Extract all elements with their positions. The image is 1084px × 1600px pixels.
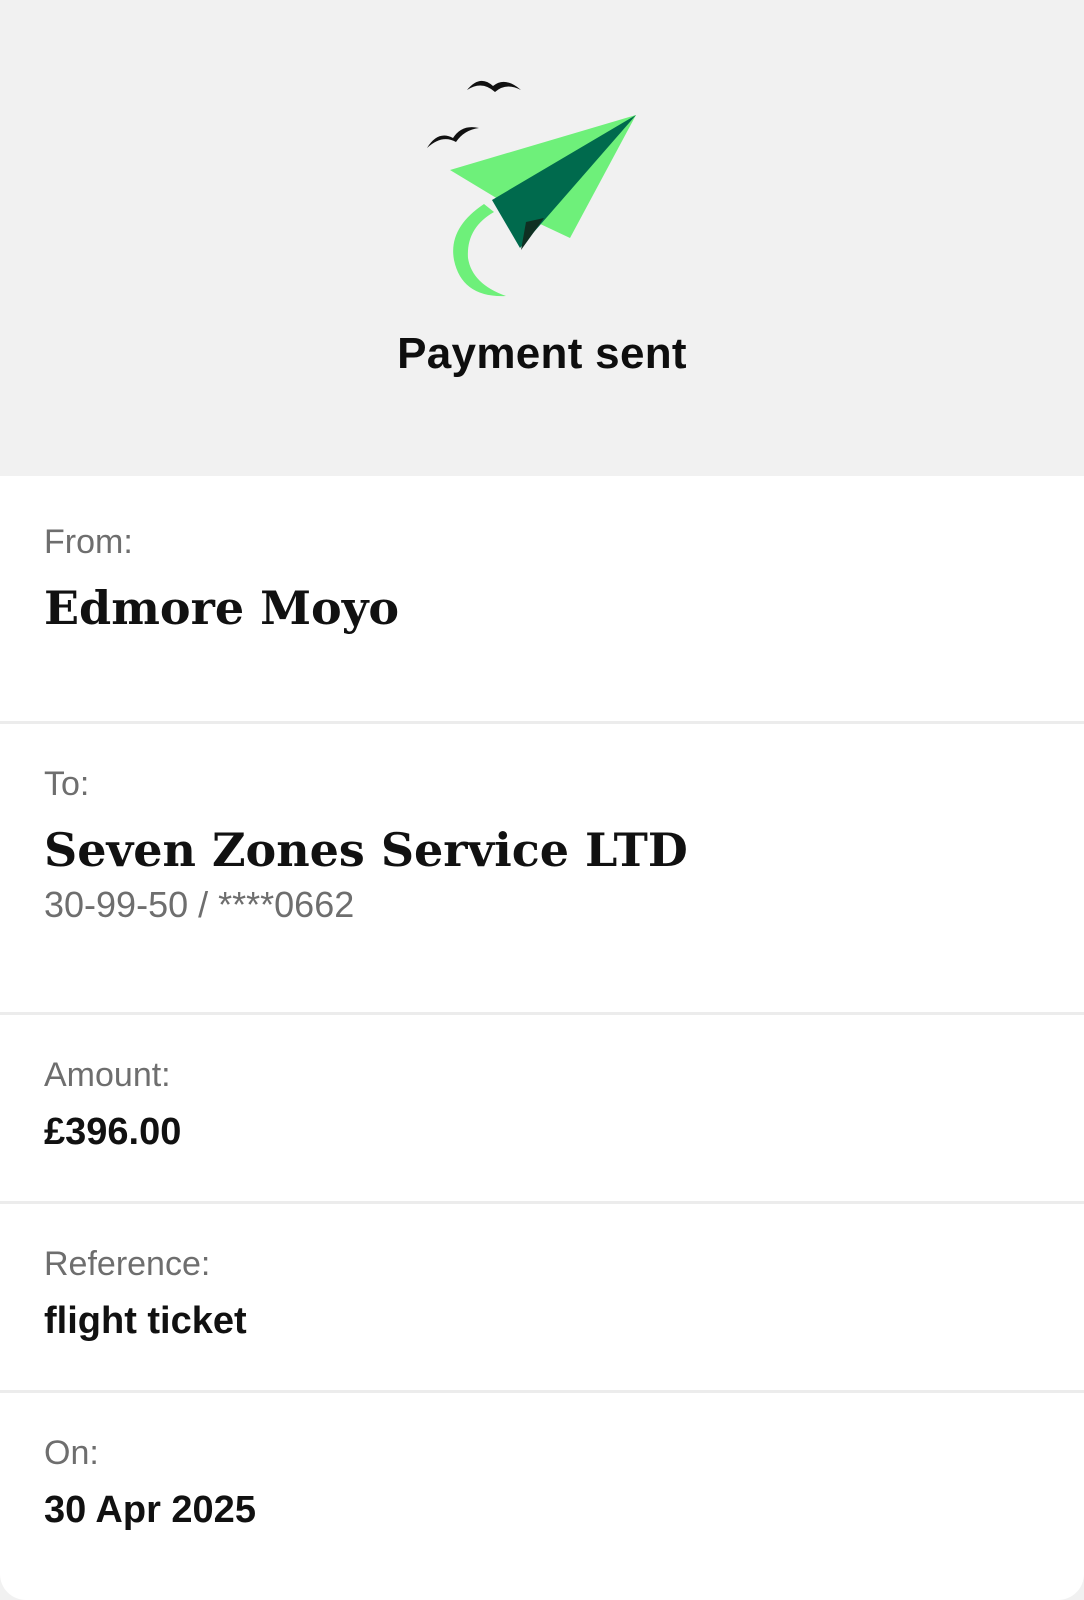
reference-label: Reference: — [44, 1245, 211, 1283]
from-row: From: Edmore Moyo — [0, 476, 1084, 724]
payment-confirmation-screen: Payment sent From: Edmore Moyo To: Seven… — [0, 0, 1084, 1600]
confirmation-header: Payment sent — [0, 0, 1084, 476]
amount-value: £396.00 — [44, 1111, 182, 1153]
date-value: 30 Apr 2025 — [44, 1489, 256, 1531]
paper-plane-icon — [427, 80, 636, 297]
from-label: From: — [44, 523, 133, 561]
amount-row: Amount: £396.00 — [0, 1015, 1084, 1204]
payment-details-card: From: Edmore Moyo To: Seven Zones Servic… — [0, 476, 1084, 1600]
from-value: Edmore Moyo — [44, 581, 400, 635]
to-row: To: Seven Zones Service LTD 30-99-50 / *… — [0, 724, 1084, 1015]
date-row: On: 30 Apr 2025 — [0, 1393, 1084, 1600]
to-account-details: 30-99-50 / ****0662 — [44, 884, 355, 925]
amount-label: Amount: — [44, 1056, 171, 1094]
reference-value: flight ticket — [44, 1300, 247, 1342]
page-title: Payment sent — [397, 329, 687, 378]
to-label: To: — [44, 765, 90, 803]
date-label: On: — [44, 1434, 99, 1472]
reference-row: Reference: flight ticket — [0, 1204, 1084, 1393]
to-value: Seven Zones Service LTD — [44, 823, 688, 877]
